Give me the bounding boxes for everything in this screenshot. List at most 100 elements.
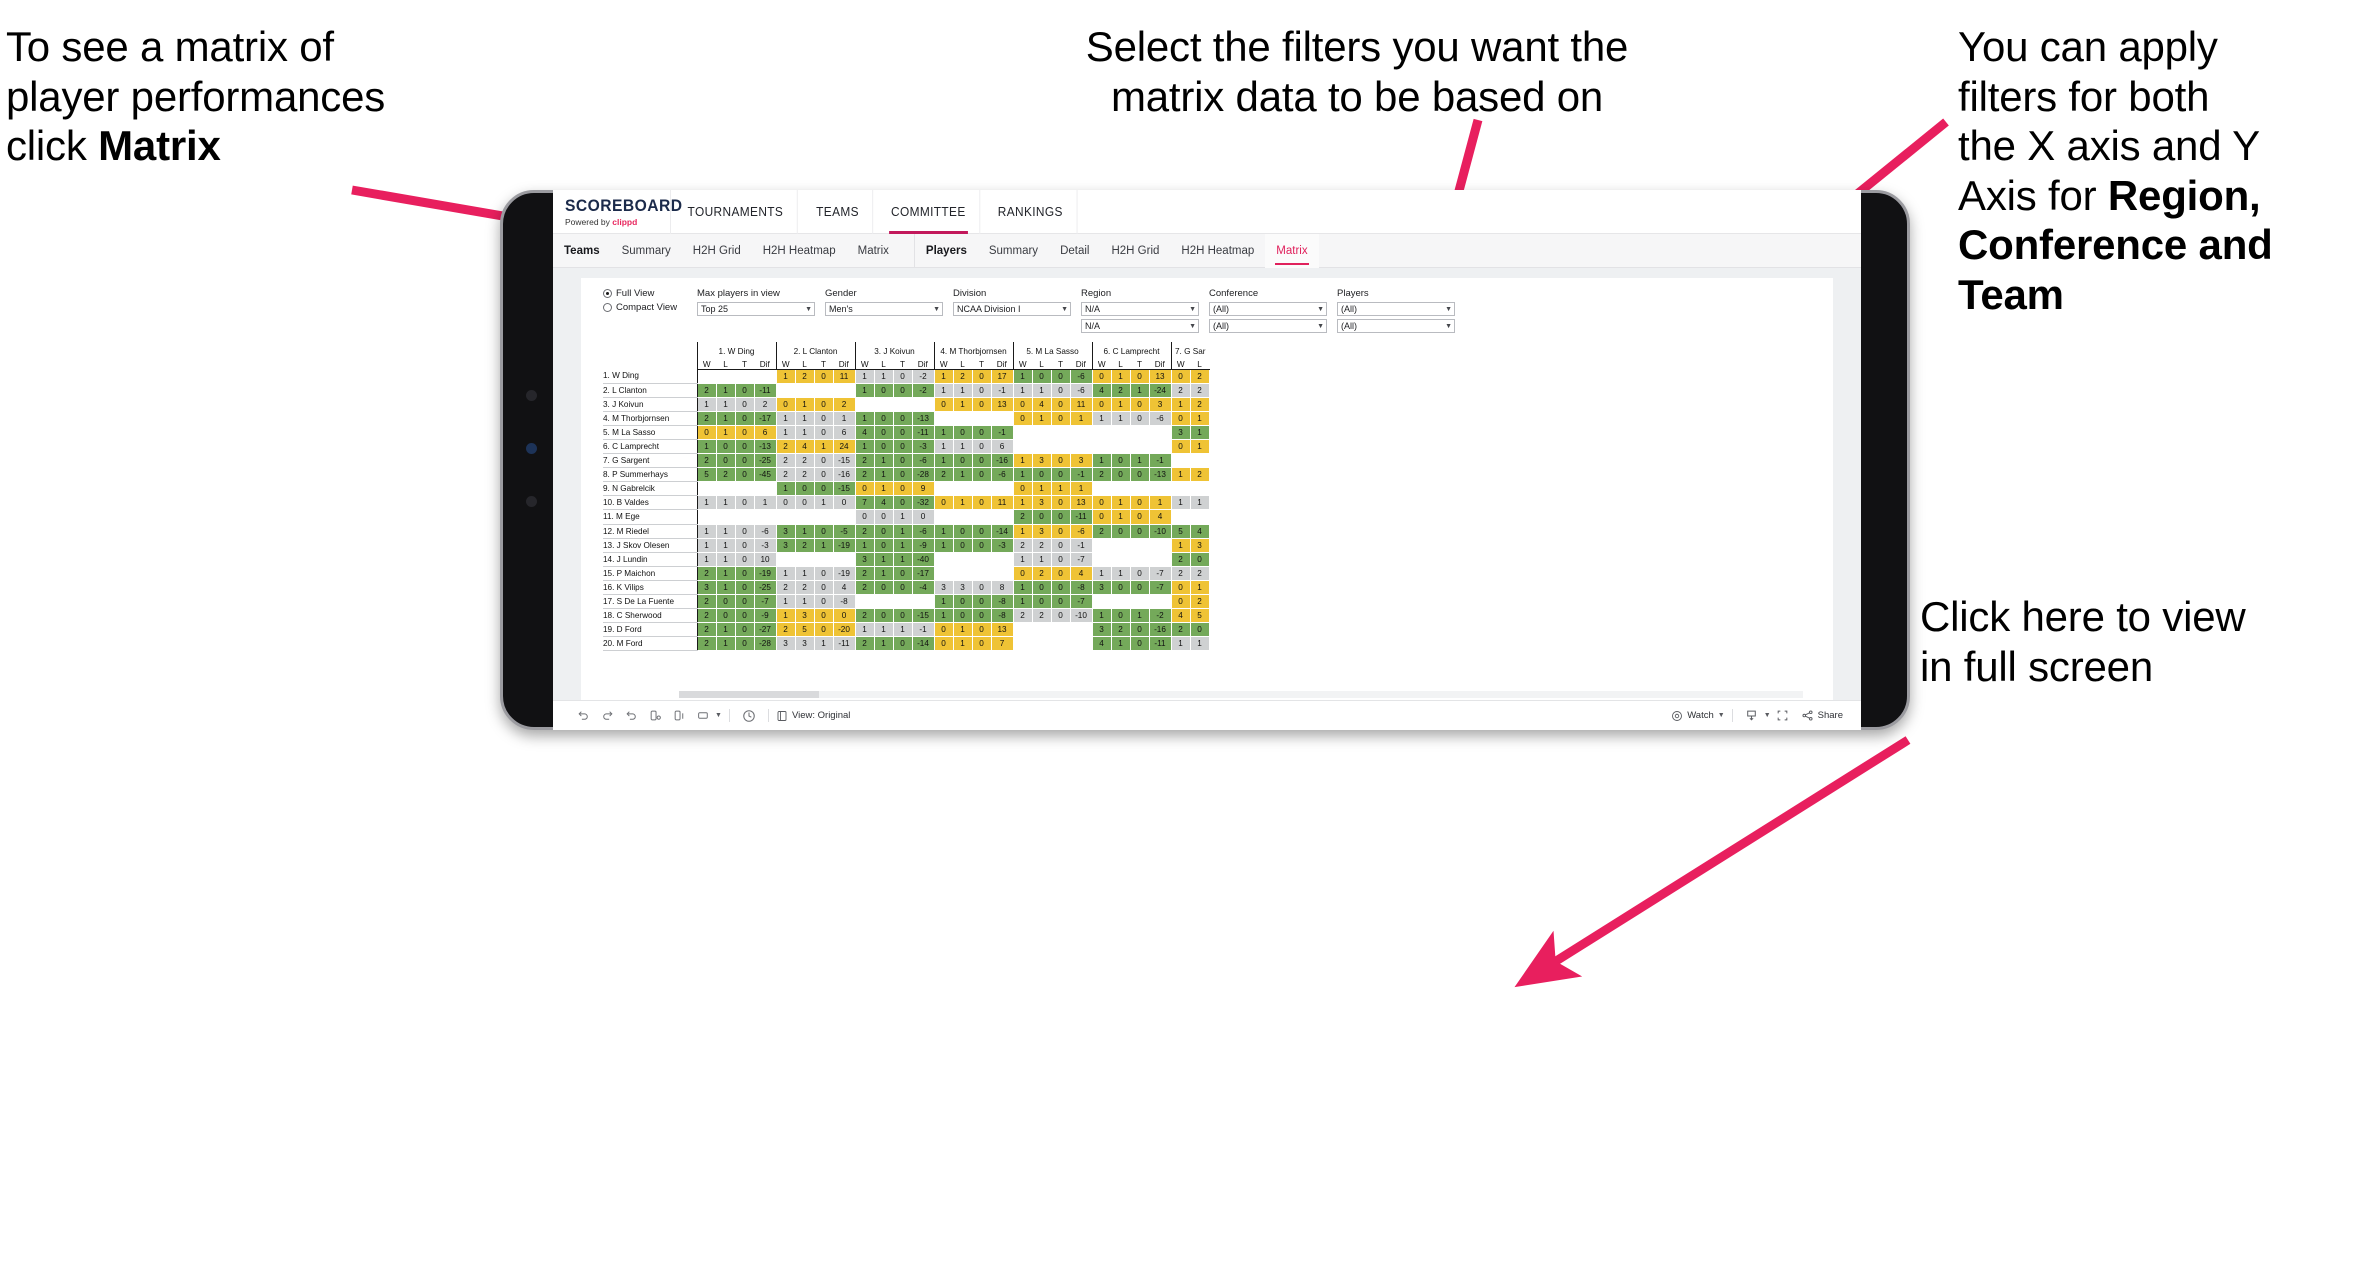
matrix-cell[interactable]: 3 xyxy=(1032,495,1052,511)
matrix-cell[interactable]: 1 xyxy=(775,481,796,497)
matrix-cell[interactable]: -3 xyxy=(912,439,935,455)
matrix-cell[interactable]: 1 xyxy=(1190,495,1210,511)
matrix-cell[interactable]: 2 xyxy=(775,453,796,469)
matrix-cell[interactable]: 2 xyxy=(795,369,815,384)
matrix-cell[interactable]: 0 xyxy=(893,439,913,455)
matrix-cell[interactable]: 0 xyxy=(874,383,894,398)
matrix-cell[interactable]: -13 xyxy=(1149,467,1172,483)
matrix-cell[interactable]: 0 xyxy=(735,580,755,596)
matrix-cell[interactable]: -10 xyxy=(1070,608,1093,624)
matrix-cell[interactable]: 2 xyxy=(696,453,717,469)
matrix-cell[interactable]: -8 xyxy=(991,594,1014,610)
matrix-cell[interactable]: 1 xyxy=(775,425,796,440)
matrix-cell[interactable]: 1 xyxy=(795,594,815,610)
matrix-cell[interactable]: 4 xyxy=(1032,397,1052,412)
matrix-cell[interactable]: -1 xyxy=(991,383,1014,398)
matrix-cell[interactable]: 2 xyxy=(1170,552,1191,567)
matrix-cell[interactable]: 1 xyxy=(814,636,834,652)
matrix-row-label[interactable]: 13. J Skov Olesen xyxy=(603,538,697,553)
tab-players-h2h-heatmap[interactable]: H2H Heatmap xyxy=(1170,234,1265,268)
matrix-cell[interactable]: 8 xyxy=(991,580,1014,596)
matrix-cell[interactable]: 0 xyxy=(814,369,834,384)
matrix-cell[interactable]: 3 xyxy=(1149,397,1172,412)
matrix-cell[interactable]: 0 xyxy=(874,580,894,596)
matrix-cell[interactable]: 3 xyxy=(1091,622,1112,638)
matrix-cell[interactable]: 1 xyxy=(1130,383,1150,398)
matrix-cell[interactable]: 1 xyxy=(874,467,894,483)
matrix-cell[interactable]: 0 xyxy=(814,481,834,497)
matrix-cell[interactable]: 1 xyxy=(1130,608,1150,624)
matrix-row-label[interactable]: 14. J Lundin xyxy=(603,552,697,567)
matrix-cell[interactable]: 0 xyxy=(1051,495,1071,511)
matrix-cell[interactable]: 0 xyxy=(1130,467,1150,483)
matrix-cell[interactable]: 5 xyxy=(795,622,815,638)
matrix-cell[interactable]: -9 xyxy=(912,538,935,553)
matrix-cell[interactable]: 1 xyxy=(933,439,954,455)
chevron-down-icon[interactable]: ▼ xyxy=(715,712,722,719)
matrix-cell[interactable]: 1 xyxy=(1032,552,1052,567)
matrix-cell[interactable]: 0 xyxy=(972,425,992,440)
matrix-cell[interactable]: 1 xyxy=(953,383,973,398)
matrix-cell[interactable]: 1 xyxy=(1012,580,1033,596)
matrix-cell[interactable]: 2 xyxy=(696,622,717,638)
matrix-cell[interactable]: 1 xyxy=(1070,481,1093,497)
matrix-cell[interactable]: 0 xyxy=(972,383,992,398)
matrix-cell[interactable]: 0 xyxy=(1170,411,1191,426)
matrix-cell[interactable]: 0 xyxy=(893,467,913,483)
matrix-cell[interactable]: 0 xyxy=(1170,580,1191,596)
matrix-cell[interactable]: 0 xyxy=(893,636,913,652)
matrix-cell[interactable]: 1 xyxy=(1012,552,1033,567)
matrix-cell[interactable]: 0 xyxy=(972,580,992,596)
revert-icon[interactable] xyxy=(619,704,643,728)
matrix-cell[interactable]: 1 xyxy=(854,538,875,553)
matrix-cell[interactable]: 1 xyxy=(933,453,954,469)
matrix-cell[interactable]: -2 xyxy=(912,369,935,384)
matrix-cell[interactable]: -24 xyxy=(1149,383,1172,398)
matrix-cell[interactable]: 0 xyxy=(972,594,992,610)
matrix-cell[interactable]: 1 xyxy=(1170,636,1191,652)
matrix-cell[interactable]: 2 xyxy=(1012,538,1033,553)
matrix-cell[interactable]: 1 xyxy=(1170,538,1191,553)
matrix-cell[interactable]: 0 xyxy=(893,425,913,440)
matrix-cell[interactable]: 0 xyxy=(953,453,973,469)
matrix-cell[interactable]: 0 xyxy=(735,608,755,624)
matrix-cell[interactable]: 1 xyxy=(874,566,894,581)
matrix-cell[interactable]: 2 xyxy=(854,608,875,624)
matrix-cell[interactable]: 0 xyxy=(1012,397,1033,412)
matrix-cell[interactable]: 0 xyxy=(1032,594,1052,610)
matrix-cell[interactable]: 3 xyxy=(1070,453,1093,469)
matrix-cell[interactable]: 0 xyxy=(933,622,954,638)
matrix-cell[interactable]: -16 xyxy=(833,467,856,483)
brand-logo[interactable]: SCOREBOARD Powered by clippd xyxy=(553,190,682,234)
matrix-cell[interactable]: 2 xyxy=(1091,524,1112,539)
tab-teams-summary[interactable]: Summary xyxy=(611,234,682,268)
matrix-cell[interactable]: 1 xyxy=(814,495,834,511)
matrix-cell[interactable]: 1 xyxy=(953,636,973,652)
matrix-cell[interactable]: 6 xyxy=(833,425,856,440)
matrix-cell[interactable]: 2 xyxy=(696,566,717,581)
matrix-cell[interactable]: 2 xyxy=(1190,566,1210,581)
matrix-cell[interactable]: 0 xyxy=(795,481,815,497)
matrix-cell[interactable]: 1 xyxy=(795,566,815,581)
matrix-cell[interactable]: 0 xyxy=(1130,411,1150,426)
matrix-cell[interactable]: 1 xyxy=(933,425,954,440)
matrix-cell[interactable]: 0 xyxy=(972,495,992,511)
matrix-cell[interactable]: 24 xyxy=(833,439,856,455)
matrix-cell[interactable]: 0 xyxy=(716,453,736,469)
matrix-cell[interactable]: 1 xyxy=(1190,580,1210,596)
matrix-cell[interactable]: 1 xyxy=(953,622,973,638)
fullscreen-icon[interactable] xyxy=(1771,704,1795,728)
matrix-cell[interactable]: 1 xyxy=(696,397,717,412)
matrix-cell[interactable]: -15 xyxy=(833,453,856,469)
matrix-cell[interactable]: 2 xyxy=(854,453,875,469)
matrix-cell[interactable]: -19 xyxy=(833,538,856,553)
matrix-cell[interactable]: 0 xyxy=(735,566,755,581)
matrix-cell[interactable]: 6 xyxy=(754,425,777,440)
matrix-cell[interactable]: 2 xyxy=(933,467,954,483)
matrix-cell[interactable]: 0 xyxy=(893,411,913,426)
matrix-cell[interactable]: 0 xyxy=(1051,467,1071,483)
matrix-cell[interactable]: 1 xyxy=(716,524,736,539)
matrix-cell[interactable]: 1 xyxy=(1032,411,1052,426)
matrix-cell[interactable]: 1 xyxy=(1149,495,1172,511)
matrix-cell[interactable]: 0 xyxy=(1051,552,1071,567)
